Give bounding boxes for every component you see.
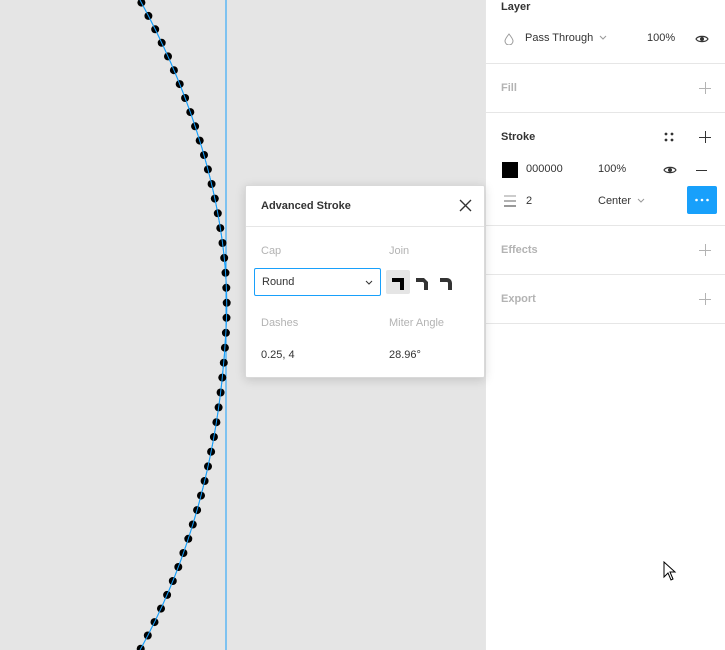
layer-section: Layer Pass Through 100% (486, 0, 725, 64)
eye-icon[interactable] (663, 165, 677, 175)
dashes-input[interactable]: 0.25, 4 (261, 349, 295, 361)
blend-mode-dropdown[interactable]: Pass Through (525, 32, 607, 44)
stroke-section: Stroke 000000 100% 2 Center (486, 113, 725, 226)
advanced-stroke-popup: Advanced Stroke Cap Join Round Dashes Mi… (245, 185, 485, 378)
layer-title: Layer (501, 1, 531, 13)
chevron-down-icon (637, 198, 645, 203)
join-miter-button[interactable] (386, 270, 410, 294)
cap-select[interactable]: Round (254, 268, 381, 296)
effects-section: Effects (486, 226, 725, 275)
droplet-icon (504, 33, 514, 45)
popup-title: Advanced Stroke (261, 200, 351, 212)
export-title: Export (501, 293, 536, 305)
remove-stroke-minus-icon[interactable] (696, 170, 707, 171)
stroke-color-swatch[interactable] (502, 162, 518, 178)
stroke-opacity-input[interactable]: 100% (598, 163, 626, 175)
stroke-weight-input[interactable]: 2 (526, 195, 532, 207)
dashes-label: Dashes (261, 317, 299, 329)
chevron-down-icon (365, 280, 373, 285)
cap-label: Cap (261, 245, 282, 257)
stroke-align-value: Center (598, 195, 632, 207)
fill-title: Fill (501, 82, 517, 94)
join-bevel-icon (416, 278, 428, 290)
join-label: Join (389, 245, 410, 257)
stroke-align-dropdown[interactable]: Center (598, 195, 645, 207)
more-dots-icon (695, 198, 709, 202)
style-grid-icon[interactable] (664, 132, 674, 142)
stroke-color-hex-input[interactable]: 000000 (526, 163, 563, 175)
miter-angle-input[interactable]: 28.96° (389, 349, 421, 361)
add-export-plus-icon[interactable] (699, 293, 711, 305)
miter-angle-label: Miter Angle (389, 317, 445, 329)
blend-mode-value: Pass Through (525, 32, 594, 44)
fill-section: Fill (486, 64, 725, 113)
cap-select-value: Round (262, 276, 295, 288)
export-section: Export (486, 275, 725, 324)
layer-opacity-input[interactable]: 100% (647, 32, 675, 44)
add-effect-plus-icon[interactable] (699, 244, 711, 256)
join-bevel-button[interactable] (410, 270, 434, 294)
eye-icon[interactable] (695, 34, 709, 44)
popup-header: Advanced Stroke (246, 186, 484, 227)
mouse-pointer-icon (663, 561, 677, 581)
add-fill-plus-icon[interactable] (699, 82, 711, 94)
add-stroke-plus-icon[interactable] (699, 131, 711, 143)
join-round-icon (440, 278, 452, 290)
join-miter-icon (392, 278, 404, 290)
stroke-title: Stroke (501, 131, 536, 143)
effects-title: Effects (501, 244, 538, 256)
advanced-stroke-button[interactable] (687, 186, 717, 214)
stroke-weight-lines-icon (504, 195, 516, 207)
close-icon[interactable] (459, 199, 472, 212)
join-round-button[interactable] (434, 270, 458, 294)
chevron-down-icon (600, 35, 607, 40)
properties-panel: Layer Pass Through 100% Fill Stroke 0000… (485, 0, 725, 650)
